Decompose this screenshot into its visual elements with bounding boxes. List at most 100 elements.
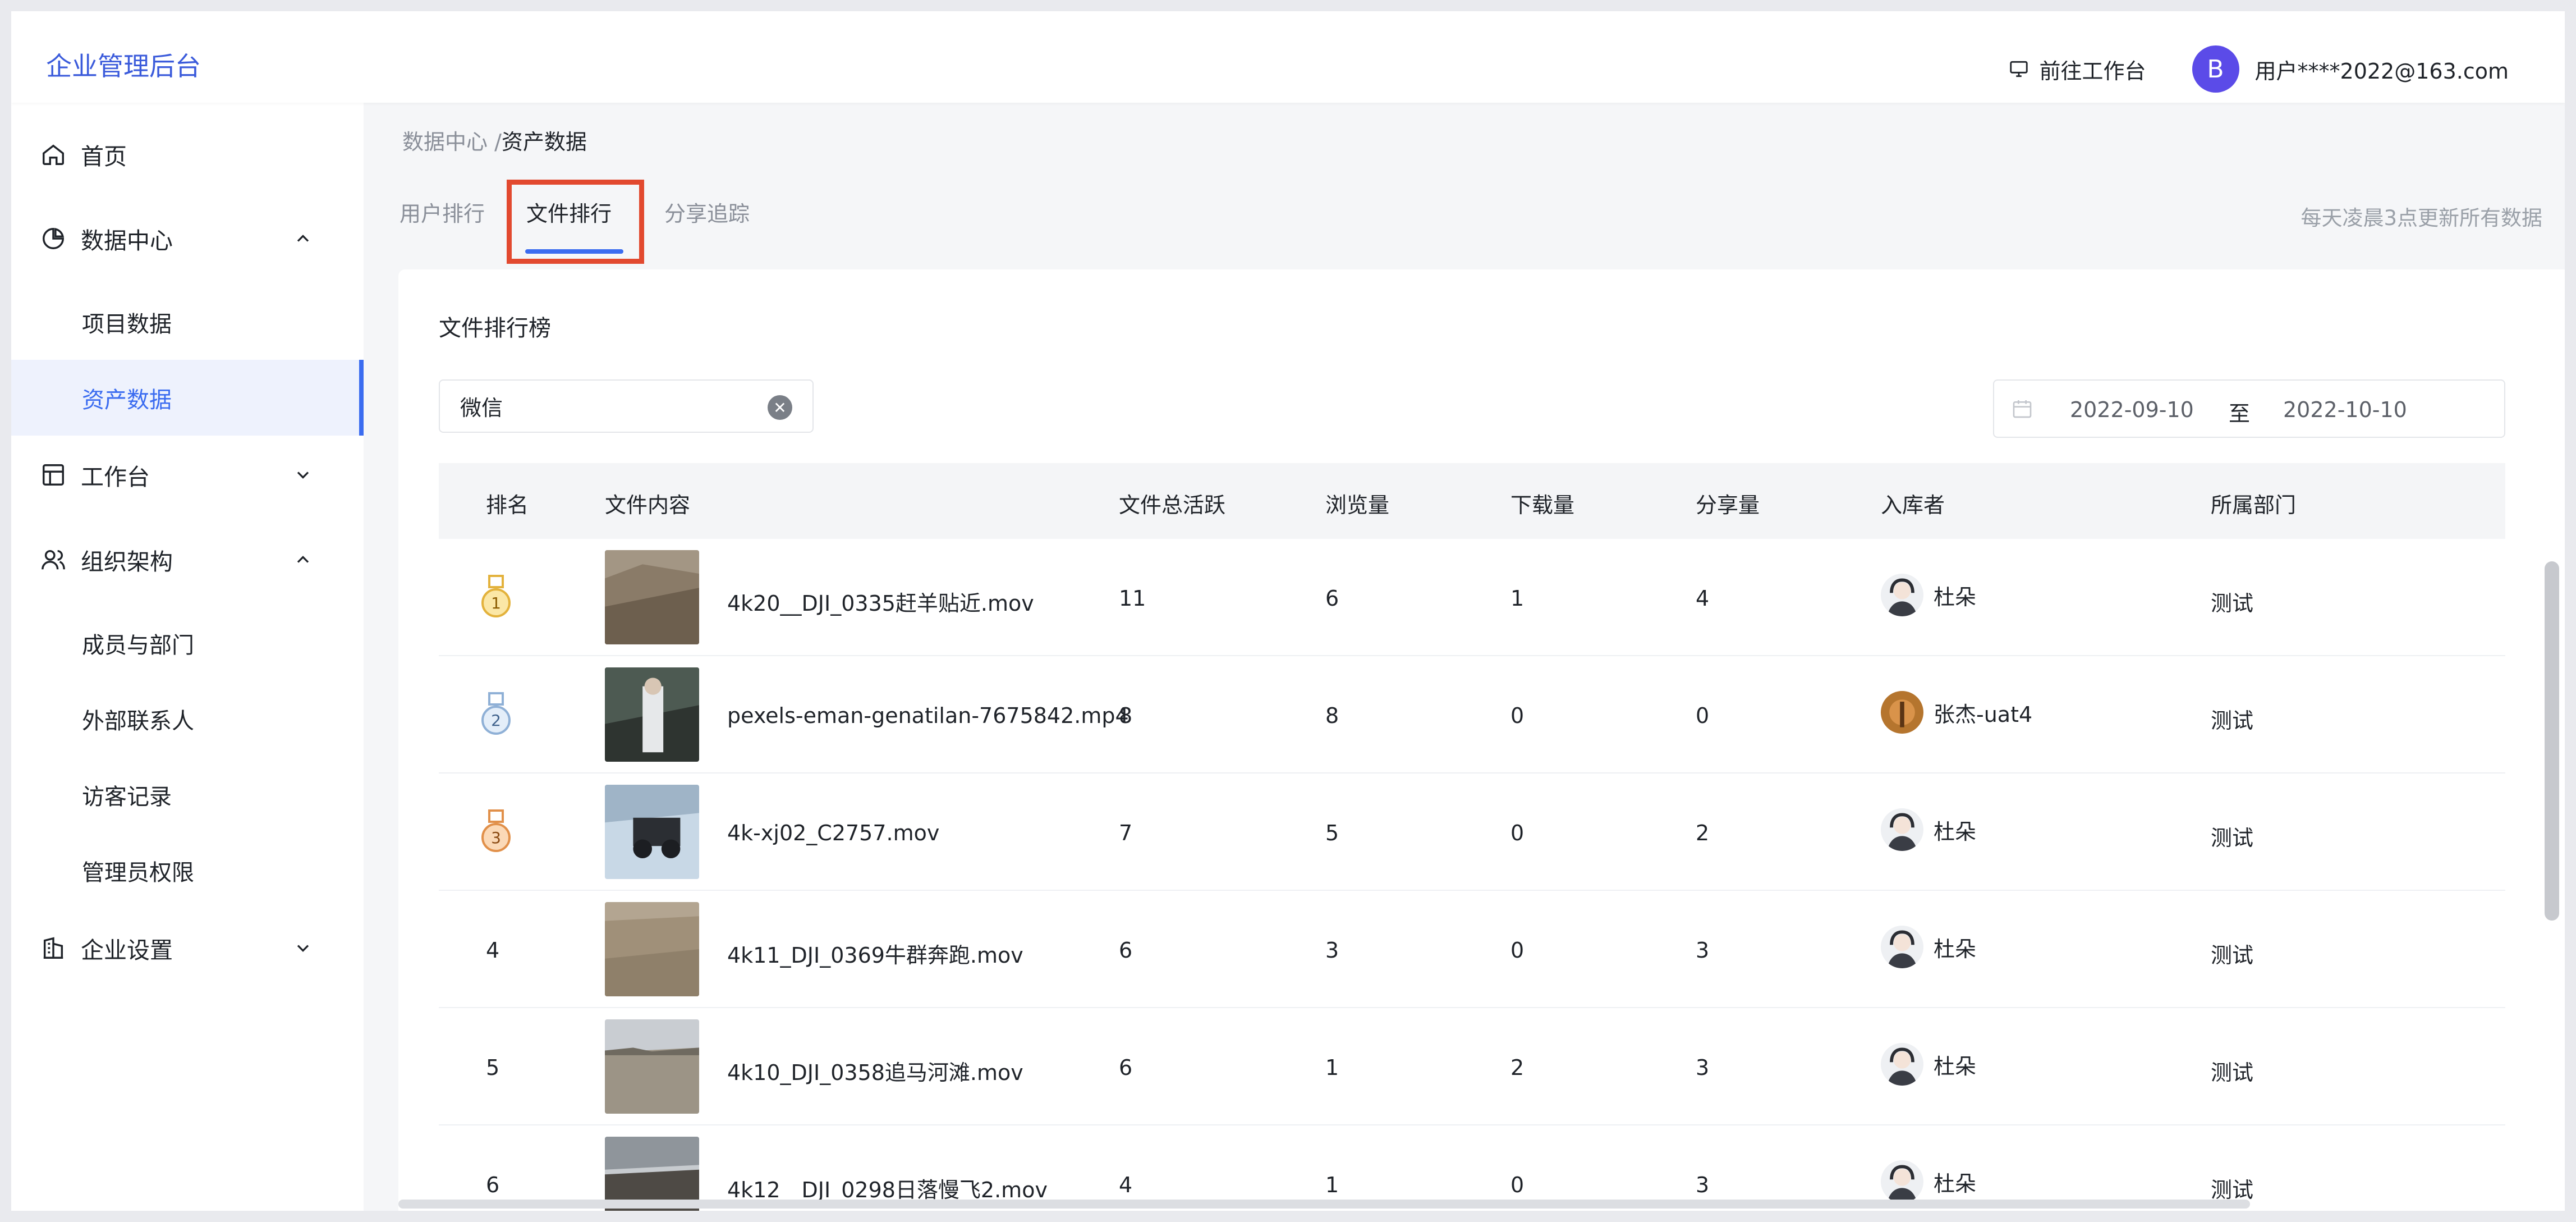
- top-header: 企业管理后台 前往工作台 B 用户****2022@163.com: [11, 11, 2565, 103]
- file-name[interactable]: 4k11_DJI_0369牛群奔跑.mov: [727, 938, 1131, 969]
- active-count: 6: [1119, 1055, 1133, 1080]
- table-row[interactable]: 1 4k20__DJI_0335赶羊贴近.mov 11 6 1 4 杜朵 测试: [439, 539, 2505, 656]
- search-input[interactable]: 微信 ✕: [439, 379, 814, 433]
- table-row[interactable]: 6 4k12__DJI_0298日落慢飞2.mov 4 1 0 3 杜朵 测试: [439, 1125, 2505, 1211]
- active-count: 7: [1119, 821, 1133, 845]
- breadcrumb-current: 资产数据: [501, 130, 587, 154]
- sidebar-item-workbench[interactable]: 工作台: [11, 441, 364, 509]
- sidebar-item-settings[interactable]: 企业设置: [11, 914, 364, 982]
- share-count: 3: [1696, 938, 1710, 963]
- date-separator: 至: [2229, 401, 2251, 426]
- file-thumbnail[interactable]: [605, 785, 699, 879]
- table-row[interactable]: 3 4k-xj02_C2757.mov 7 5 0 2 杜朵 测试: [439, 774, 2505, 891]
- department: 测试: [2211, 1178, 2254, 1202]
- file-name[interactable]: 4k-xj02_C2757.mov: [727, 821, 1131, 845]
- tab-share-tracking[interactable]: 分享追踪: [664, 196, 750, 227]
- download-count: 1: [1510, 586, 1525, 611]
- date-from[interactable]: 2022-09-10: [2070, 397, 2194, 422]
- uploader-avatar: [1881, 691, 1923, 734]
- uploader: 杜朵: [1881, 1043, 1976, 1086]
- uploader: 杜朵: [1881, 1160, 1976, 1203]
- view-count: 1: [1325, 1055, 1339, 1080]
- file-name[interactable]: 4k20__DJI_0335赶羊贴近.mov: [727, 586, 1131, 617]
- uploader-name: 张杰-uat4: [1934, 702, 2033, 727]
- file-name[interactable]: pexels-eman-genatilan-7675842.mp4: [727, 703, 1131, 728]
- clear-icon[interactable]: ✕: [768, 395, 792, 420]
- sidebar-item-project-data[interactable]: 项目数据: [11, 284, 364, 360]
- card-title: 文件排行榜: [439, 315, 551, 341]
- department: 测试: [2211, 591, 2254, 616]
- breadcrumb-parent[interactable]: 数据中心: [402, 130, 488, 154]
- ranking-card: 文件排行榜 微信 ✕ 2022-09-10 至 2022-10-10 排名 文件…: [398, 269, 2565, 1211]
- sidebar-item-members[interactable]: 成员与部门: [11, 605, 364, 681]
- view-count: 6: [1325, 586, 1339, 611]
- column-header: 分享量: [1696, 493, 1760, 518]
- sidebar-item-admin[interactable]: 管理员权限: [11, 832, 364, 908]
- department: 测试: [2211, 708, 2254, 733]
- sidebar-item-org[interactable]: 组织架构: [11, 526, 364, 593]
- date-range-picker[interactable]: 2022-09-10 至 2022-10-10: [1993, 379, 2505, 438]
- uploader-name: 杜朵: [1934, 936, 1977, 962]
- user-name[interactable]: 用户****2022@163.com: [2255, 54, 2509, 85]
- file-thumbnail[interactable]: [605, 902, 699, 996]
- sidebar-item-label: 数据中心: [81, 227, 173, 254]
- view-count: 5: [1325, 821, 1339, 845]
- download-count: 0: [1510, 821, 1525, 845]
- download-count: 2: [1510, 1055, 1525, 1080]
- column-header: 浏览量: [1325, 493, 1390, 518]
- sidebar-item-label: 组织架构: [81, 548, 173, 575]
- sidebar: 首页 数据中心 项目数据 资产数据 工作台 组织架构 成员与部门 外部联系人 访…: [11, 103, 364, 1211]
- uploader-avatar: [1881, 808, 1923, 851]
- share-count: 4: [1696, 586, 1710, 611]
- file-thumbnail[interactable]: [605, 667, 699, 762]
- rank-number: 3: [491, 829, 501, 847]
- column-header: 文件总活跃: [1119, 493, 1226, 518]
- column-header: 文件内容: [605, 493, 691, 518]
- sidebar-item-data-center[interactable]: 数据中心: [11, 205, 364, 272]
- column-header: 所属部门: [2211, 493, 2297, 518]
- table-row[interactable]: 2 pexels-eman-genatilan-7675842.mp4 8 8 …: [439, 656, 2505, 774]
- active-count: 4: [1119, 1173, 1133, 1197]
- file-thumbnail[interactable]: [605, 1019, 699, 1114]
- header-right: 前往工作台 B 用户****2022@163.com: [2008, 44, 2509, 94]
- monitor-icon: [2009, 61, 2028, 77]
- active-count: 6: [1119, 938, 1133, 963]
- uploader-avatar: [1881, 926, 1923, 968]
- file-name[interactable]: 4k12__DJI_0298日落慢飞2.mov: [727, 1173, 1131, 1203]
- date-to[interactable]: 2022-10-10: [2283, 397, 2407, 422]
- goto-workbench-label: 前往工作台: [2039, 58, 2146, 84]
- gold-medal-icon: 1: [481, 575, 511, 617]
- user-avatar[interactable]: B: [2192, 45, 2239, 93]
- uploader: 杜朵: [1881, 574, 1976, 616]
- search-value: 微信: [460, 396, 503, 420]
- table-row[interactable]: 4 4k11_DJI_0369牛群奔跑.mov 6 3 0 3 杜朵 测试: [439, 891, 2505, 1008]
- sidebar-item-asset-data[interactable]: 资产数据: [11, 360, 364, 436]
- view-count: 8: [1325, 703, 1339, 728]
- sidebar-item-visitors[interactable]: 访客记录: [11, 757, 364, 832]
- view-count: 1: [1325, 1173, 1339, 1197]
- users-icon: [39, 546, 67, 574]
- sidebar-item-home[interactable]: 首页: [11, 121, 364, 188]
- tab-user-ranking[interactable]: 用户排行: [400, 196, 485, 227]
- share-count: 2: [1696, 821, 1710, 845]
- uploader-avatar: [1881, 1043, 1923, 1086]
- vertical-scrollbar[interactable]: [2545, 561, 2559, 921]
- download-count: 0: [1510, 703, 1525, 728]
- sidebar-item-external[interactable]: 外部联系人: [11, 681, 364, 757]
- horizontal-scrollbar[interactable]: [398, 1200, 2250, 1209]
- uploader-avatar: [1881, 574, 1923, 616]
- uploader-name: 杜朵: [1934, 1054, 1977, 1079]
- table-header: 排名 文件内容 文件总活跃 浏览量 下载量 分享量 入库者 所属部门: [439, 463, 2505, 539]
- uploader: 杜朵: [1881, 926, 1976, 968]
- sidebar-item-label: 首页: [81, 143, 127, 170]
- download-count: 0: [1510, 938, 1525, 963]
- calendar-icon: [2013, 400, 2032, 418]
- file-name[interactable]: 4k10_DJI_0358追马河滩.mov: [727, 1055, 1131, 1086]
- file-thumbnail[interactable]: [605, 550, 699, 644]
- table-row[interactable]: 5 4k10_DJI_0358追马河滩.mov 6 1 2 3 杜朵 测试: [439, 1008, 2505, 1125]
- brand-title[interactable]: 企业管理后台: [46, 46, 201, 83]
- share-count: 3: [1696, 1173, 1710, 1197]
- uploader: 张杰-uat4: [1881, 691, 2032, 734]
- rank-number: 5: [486, 1055, 500, 1080]
- goto-workbench-link[interactable]: 前往工作台: [2008, 54, 2146, 85]
